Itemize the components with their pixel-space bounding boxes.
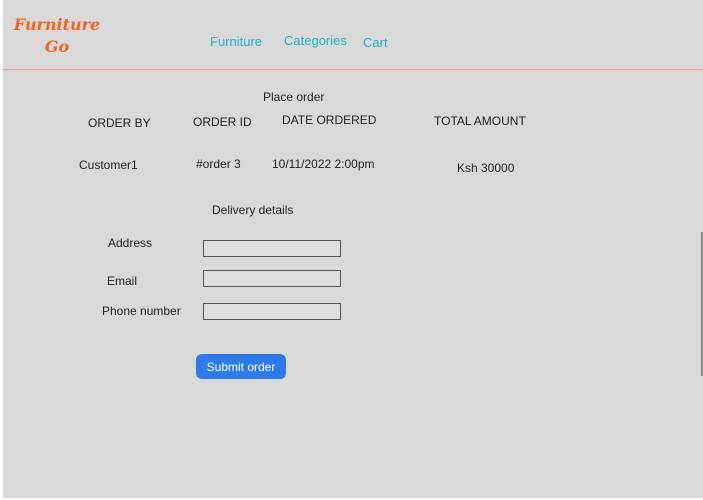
column-header-total-amount: TOTAL AMOUNT [434, 114, 526, 128]
column-header-order-id: ORDER ID [193, 115, 252, 129]
date-ordered-value: 10/11/2022 2:00pm [272, 157, 375, 171]
total-amount-value: Ksh 30000 [457, 161, 515, 175]
order-page: Furniture Go Furniture Categories Cart P… [0, 0, 703, 500]
delivery-details-title: Delivery details [212, 203, 294, 217]
order-by-value: Customer1 [79, 158, 138, 172]
nav-link-cart[interactable]: Cart [363, 35, 388, 50]
address-label: Address [108, 236, 153, 250]
phone-number-input[interactable] [203, 303, 341, 320]
nav-link-categories[interactable]: Categories [284, 33, 347, 48]
phone-number-label: Phone number [102, 304, 181, 318]
order-id-value: #order 3 [196, 157, 241, 171]
email-label: Email [107, 274, 138, 288]
address-input[interactable] [203, 240, 341, 257]
logo[interactable]: Furniture Go [12, 14, 102, 58]
column-header-date-ordered: DATE ORDERED [282, 113, 377, 127]
logo-line-1: Furniture [13, 15, 101, 34]
nav-link-furniture[interactable]: Furniture [210, 34, 262, 49]
email-input[interactable] [203, 270, 341, 287]
place-order-title: Place order [263, 90, 325, 104]
submit-order-button[interactable]: Submit order [196, 354, 286, 379]
header-divider [3, 69, 703, 70]
column-header-order-by: ORDER BY [88, 116, 151, 130]
logo-line-2: Go [44, 37, 70, 56]
